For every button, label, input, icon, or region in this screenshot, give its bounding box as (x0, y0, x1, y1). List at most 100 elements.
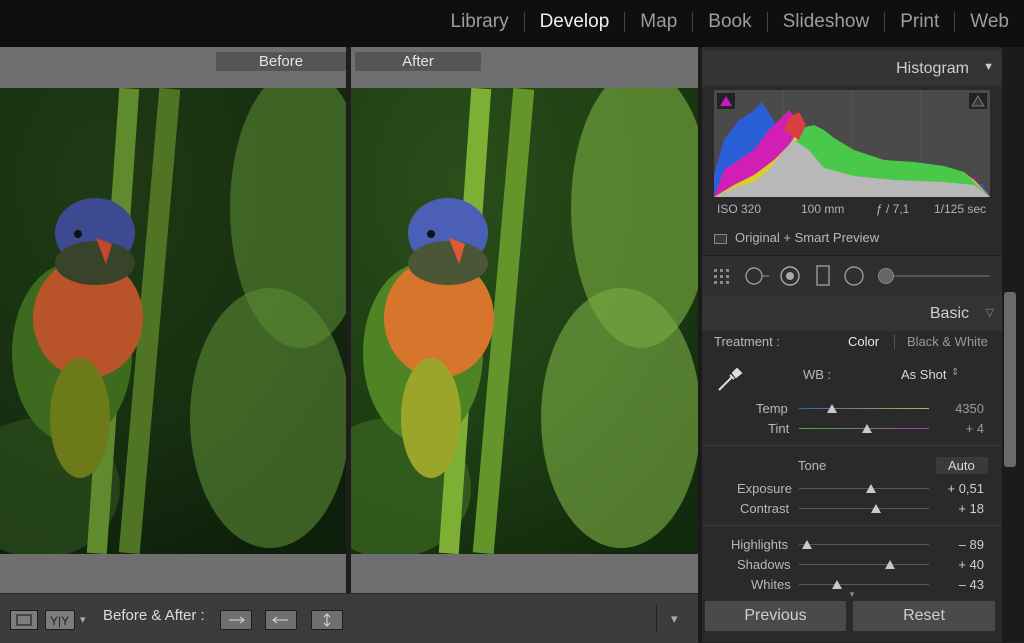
histogram-header[interactable]: Histogram ▼ (702, 50, 1002, 86)
swap-settings-button[interactable] (311, 610, 343, 630)
copy-before-to-after-button[interactable] (220, 610, 252, 630)
arrow-right-icon (221, 611, 251, 629)
auto-tone-button[interactable]: Auto (936, 457, 988, 474)
after-label: After (355, 52, 481, 71)
module-library[interactable]: Library (436, 12, 524, 32)
tone-label: Tone (798, 458, 826, 473)
aperture-info: ƒ / 7,1 (876, 202, 909, 216)
graduated-filter-icon[interactable] (814, 264, 832, 288)
tint-label: Tint (768, 421, 789, 436)
tool-strip (702, 255, 1002, 296)
shadows-slider-knob[interactable] (885, 560, 895, 569)
before-label: Before (216, 52, 346, 71)
section-divider (702, 445, 1002, 446)
exposure-slider-knob[interactable] (866, 484, 876, 493)
before-after-icon: Y|Y (46, 611, 74, 629)
loupe-icon (11, 611, 37, 629)
view-dropdown-chevron-icon[interactable]: ▾ (80, 613, 86, 626)
shadows-value[interactable]: + 40 (924, 557, 984, 572)
after-photo (351, 88, 698, 554)
contrast-label: Contrast (740, 501, 789, 516)
temp-slider-knob[interactable] (827, 404, 837, 413)
wb-select-chevron-icon[interactable]: ⇕ (951, 367, 959, 378)
highlights-slider-knob[interactable] (802, 540, 812, 549)
module-picker: Library Develop Map Book Slideshow Print… (436, 0, 1024, 44)
whites-value[interactable]: – 43 (924, 577, 984, 592)
wb-preset-select[interactable]: As Shot (901, 367, 947, 382)
toolbar-separator (656, 604, 657, 632)
right-panel-content: Histogram ▼ ISO 320 (702, 47, 1002, 642)
arrow-left-icon (266, 611, 296, 629)
compare-view: Before After (0, 47, 698, 593)
exposure-label: Exposure (737, 481, 792, 496)
section-divider (702, 525, 1002, 526)
whites-slider-knob[interactable] (832, 580, 842, 589)
module-map[interactable]: Map (625, 12, 692, 32)
brush-size-track[interactable] (878, 275, 990, 277)
module-bar: Library Develop Map Book Slideshow Print… (0, 0, 1024, 47)
temp-label: Temp (756, 401, 788, 416)
swap-vertical-icon (312, 611, 342, 629)
develop-toolbar: Y|Y ▾ Before & After : ▾ (0, 593, 698, 643)
collapse-triangle-icon[interactable]: ▼ (983, 61, 994, 73)
treatment-label: Treatment : (714, 334, 780, 349)
tint-value[interactable]: + 4 (924, 421, 984, 436)
basic-collapse-triangle-icon[interactable]: ▽ (986, 306, 994, 319)
wb-label: WB : (803, 367, 831, 382)
red-eye-icon[interactable] (778, 264, 802, 288)
auto-tone-label: Auto (948, 458, 975, 473)
module-slideshow[interactable]: Slideshow (768, 12, 885, 32)
highlights-value[interactable]: – 89 (924, 537, 984, 552)
spot-removal-icon[interactable] (744, 265, 770, 287)
basic-header[interactable]: Basic ▽ (702, 295, 1002, 331)
temp-value[interactable]: 4350 (924, 401, 984, 416)
svg-text:Y|Y: Y|Y (50, 614, 69, 628)
exposure-value[interactable]: + 0,51 (924, 481, 984, 496)
tint-slider-knob[interactable] (862, 424, 872, 433)
module-book[interactable]: Book (693, 12, 766, 32)
module-print[interactable]: Print (885, 12, 954, 32)
smart-preview-icon (714, 234, 727, 244)
temp-slider[interactable] (799, 408, 929, 409)
contrast-slider-knob[interactable] (871, 504, 881, 513)
shadows-slider[interactable] (799, 564, 929, 565)
histogram-chart[interactable] (714, 90, 990, 197)
after-pane[interactable]: After (351, 47, 698, 593)
previous-button[interactable]: Previous (705, 601, 846, 631)
highlights-label: Highlights (731, 537, 788, 552)
treatment-separator (894, 334, 895, 349)
treatment-color-option[interactable]: Color (848, 334, 879, 349)
highlight-clipping-icon[interactable] (969, 93, 987, 109)
crop-overlay-icon[interactable] (712, 266, 736, 286)
histogram-graph (714, 90, 990, 197)
preview-status[interactable]: Original + Smart Preview (735, 230, 879, 245)
treatment-bw-option[interactable]: Black & White (907, 334, 988, 349)
whites-label: Whites (751, 577, 791, 592)
module-web[interactable]: Web (955, 12, 1024, 32)
histogram-title: Histogram (896, 60, 969, 78)
focal-length-info: 100 mm (801, 202, 844, 216)
reset-button[interactable]: Reset (853, 601, 995, 631)
toolbar-options-chevron-icon[interactable]: ▾ (671, 611, 678, 627)
before-after-label: Before & After : (103, 607, 205, 624)
basic-title: Basic (930, 305, 969, 323)
whites-slider[interactable] (799, 584, 929, 585)
adjustment-brush-icon[interactable] (878, 268, 894, 284)
exposure-slider[interactable] (799, 488, 929, 489)
iso-info: ISO 320 (717, 202, 761, 216)
loupe-view-button[interactable] (10, 610, 38, 630)
copy-after-to-before-button[interactable] (265, 610, 297, 630)
module-develop[interactable]: Develop (525, 12, 625, 32)
before-pane[interactable]: Before (0, 47, 346, 593)
shutter-info: 1/125 sec (934, 202, 986, 216)
contrast-slider[interactable] (799, 508, 929, 509)
before-photo (0, 88, 346, 554)
shadows-label: Shadows (737, 557, 790, 572)
shadow-clipping-icon[interactable] (717, 93, 735, 109)
before-after-view-button[interactable]: Y|Y (45, 610, 75, 630)
highlights-slider[interactable] (799, 544, 929, 545)
contrast-value[interactable]: + 18 (924, 501, 984, 516)
radial-filter-icon[interactable] (842, 264, 866, 288)
wb-eyedropper-icon[interactable] (714, 365, 744, 395)
panel-scrollbar[interactable] (1004, 292, 1016, 467)
